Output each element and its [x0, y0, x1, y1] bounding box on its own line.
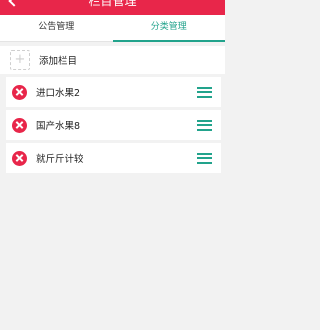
delete-icon[interactable] [12, 84, 27, 100]
add-column-label: 添加栏目 [39, 56, 78, 67]
list-item-label: 就斤斤计较 [36, 154, 84, 165]
plus-icon[interactable]: + [10, 50, 30, 70]
tab-bar: 公告管理 分类管理 [0, 15, 225, 42]
top-bar: 栏目管理 [0, 0, 225, 15]
drag-handle-icon[interactable] [197, 119, 212, 131]
list-item: 就斤斤计较 [6, 143, 221, 173]
add-column-row[interactable]: + 添加栏目 [0, 46, 225, 74]
list-item: 进口水果2 [6, 77, 221, 107]
delete-icon[interactable] [12, 150, 27, 166]
list-item-label: 国产水果8 [36, 121, 81, 132]
list-item-label: 进口水果2 [36, 88, 81, 99]
drag-handle-icon[interactable] [197, 86, 212, 98]
drag-handle-icon[interactable] [197, 152, 212, 164]
delete-icon[interactable] [12, 117, 27, 133]
list-item: 国产水果8 [6, 110, 221, 140]
page-title: 栏目管理 [88, 0, 137, 8]
tab-announcements[interactable]: 公告管理 [0, 15, 113, 41]
tab-categories[interactable]: 分类管理 [112, 15, 226, 42]
